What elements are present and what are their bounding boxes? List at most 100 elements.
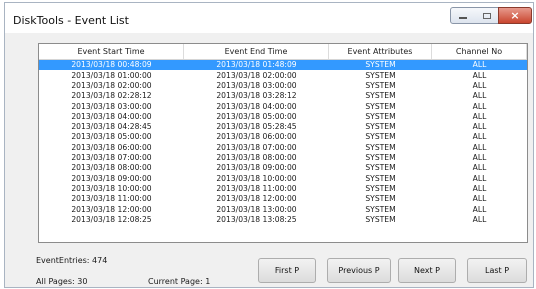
previous-page-button[interactable]: Previous P xyxy=(327,258,391,283)
table-row[interactable]: 2013/03/18 09:00:00 2013/03/18 10:00:00 SY… xyxy=(39,173,527,183)
table-cell: 2013/03/18 06:00:00 xyxy=(71,142,152,152)
table-cell: 2013/03/18 04:00:00 xyxy=(71,111,152,121)
table-row[interactable]: 2013/03/18 02:00:00 2013/03/18 03:00:00 SY… xyxy=(39,81,527,91)
table-row[interactable]: 2013/03/18 04:00:00 2013/03/18 05:00:00 SY… xyxy=(39,111,527,121)
table-cell: 2013/03/18 01:48:09 xyxy=(216,60,297,70)
table-cell: 2013/03/18 06:00:00 xyxy=(216,132,297,142)
table-row[interactable]: 2013/03/18 12:08:25 2013/03/18 13:08:25 SY… xyxy=(39,214,527,224)
table-cell: ALL xyxy=(472,111,487,121)
table-cell: ALL xyxy=(472,91,487,101)
table-cell: ALL xyxy=(472,214,487,224)
table-cell: SYSTEM xyxy=(365,80,396,90)
table-row[interactable]: 2013/03/18 08:00:00 2013/03/18 09:00:00 SY… xyxy=(39,163,527,173)
table-row[interactable]: 2013/03/18 07:00:00 2013/03/18 08:00:00 SY… xyxy=(39,153,527,163)
close-icon: × xyxy=(510,9,520,22)
table-cell: 2013/03/18 03:00:00 xyxy=(71,101,152,111)
minimize-button[interactable] xyxy=(450,7,476,24)
column-header-event-end-time[interactable]: Event End Time xyxy=(184,44,329,59)
table-cell: SYSTEM xyxy=(365,163,396,173)
table-cell: ALL xyxy=(472,142,487,152)
table-cell: 2013/03/18 03:00:00 xyxy=(216,80,297,90)
table-cell: 2013/03/18 02:00:00 xyxy=(216,70,297,80)
table-cell: SYSTEM xyxy=(365,91,396,101)
table-cell: SYSTEM xyxy=(365,101,396,111)
table-cell: 2013/03/18 04:28:45 xyxy=(71,122,152,132)
table-cell: ALL xyxy=(472,163,487,173)
table-cell: ALL xyxy=(472,204,487,214)
table-row[interactable]: 2013/03/18 03:00:00 2013/03/18 04:00:00 SY… xyxy=(39,101,527,111)
table-cell: 2013/03/18 04:00:00 xyxy=(216,101,297,111)
table-cell: ALL xyxy=(472,173,487,183)
table-row[interactable]: 2013/03/18 12:00:00 2013/03/18 13:00:00 SY… xyxy=(39,204,527,214)
table-cell: ALL xyxy=(472,132,487,142)
maximize-icon xyxy=(482,12,491,19)
table-row[interactable]: 2013/03/18 00:48:09 2013/03/18 01:48:09 SY… xyxy=(39,60,527,71)
table-cell: SYSTEM xyxy=(365,122,396,132)
table-header: Event Start Time Event End Time Event At… xyxy=(39,44,527,60)
table-cell: 2013/03/18 11:00:00 xyxy=(71,194,152,204)
table-row[interactable]: 2013/03/18 01:00:00 2013/03/18 02:00:00 SY… xyxy=(39,70,527,80)
table-cell: 2013/03/18 11:00:00 xyxy=(216,183,297,193)
table-row[interactable]: 2013/03/18 11:00:00 2013/03/18 12:00:00 SY… xyxy=(39,194,527,204)
table-cell: 2013/03/18 05:00:00 xyxy=(216,111,297,121)
event-entries-label: EventEntries: 474 xyxy=(36,256,108,265)
table-cell: ALL xyxy=(472,70,487,80)
table-cell: 2013/03/18 08:00:00 xyxy=(71,163,152,173)
table-row[interactable]: 2013/03/18 04:28:45 2013/03/18 05:28:45 SY… xyxy=(39,122,527,132)
minimize-icon xyxy=(459,17,467,19)
table-cell: SYSTEM xyxy=(365,142,396,152)
title-bar[interactable]: DiskTools - Event List × xyxy=(5,3,533,33)
table-cell: SYSTEM xyxy=(365,204,396,214)
table-cell: SYSTEM xyxy=(365,111,396,121)
all-pages-label: All Pages: 30 xyxy=(36,277,88,286)
table-cell: 2013/03/18 10:00:00 xyxy=(216,173,297,183)
window-title: DiskTools - Event List xyxy=(13,14,129,27)
table-cell: SYSTEM xyxy=(365,183,396,193)
table-row[interactable]: 2013/03/18 02:28:12 2013/03/18 03:28:12 SY… xyxy=(39,91,527,101)
table-cell: 2013/03/18 13:00:00 xyxy=(216,204,297,214)
table-row[interactable]: 2013/03/18 10:00:00 2013/03/18 11:00:00 SY… xyxy=(39,184,527,194)
table-cell: 2013/03/18 09:00:00 xyxy=(71,173,152,183)
table-body: 2013/03/18 00:48:09 2013/03/18 01:48:09 SY… xyxy=(39,60,527,225)
table-cell: 2013/03/18 02:28:12 xyxy=(71,91,152,101)
current-page-label: Current Page: 1 xyxy=(148,277,211,286)
table-cell: 2013/03/18 07:00:00 xyxy=(216,142,297,152)
table-row[interactable]: 2013/03/18 05:00:00 2013/03/18 06:00:00 SY… xyxy=(39,132,527,142)
column-header-event-attributes[interactable]: Event Attributes xyxy=(329,44,432,59)
table-cell: 2013/03/18 01:00:00 xyxy=(71,70,152,80)
table-cell: 2013/03/18 08:00:00 xyxy=(216,153,297,163)
table-cell: SYSTEM xyxy=(365,60,396,70)
table-cell: 2013/03/18 12:00:00 xyxy=(216,194,297,204)
table-cell: ALL xyxy=(472,101,487,111)
column-header-event-start-time[interactable]: Event Start Time xyxy=(39,44,184,59)
table-cell: SYSTEM xyxy=(365,214,396,224)
table-cell: 2013/03/18 05:00:00 xyxy=(71,132,152,142)
table-cell: ALL xyxy=(472,194,487,204)
table-cell: ALL xyxy=(472,80,487,90)
column-header-channel-no[interactable]: Channel No xyxy=(432,44,527,59)
table-cell: ALL xyxy=(472,122,487,132)
table-cell: 2013/03/18 12:00:00 xyxy=(71,204,152,214)
first-page-button[interactable]: First P xyxy=(258,258,316,283)
table-cell: 2013/03/18 12:08:25 xyxy=(71,214,152,224)
event-list-table[interactable]: Event Start Time Event End Time Event At… xyxy=(38,43,528,243)
last-page-button[interactable]: Last P xyxy=(467,258,527,283)
table-cell: 2013/03/18 05:28:45 xyxy=(216,122,297,132)
table-cell: 2013/03/18 02:00:00 xyxy=(71,80,152,90)
table-cell: 2013/03/18 13:08:25 xyxy=(216,214,297,224)
table-cell: ALL xyxy=(472,60,487,70)
table-cell: 2013/03/18 09:00:00 xyxy=(216,163,297,173)
table-cell: SYSTEM xyxy=(365,173,396,183)
table-cell: SYSTEM xyxy=(365,132,396,142)
close-button[interactable]: × xyxy=(498,7,532,24)
table-cell: 2013/03/18 10:00:00 xyxy=(71,183,152,193)
table-row[interactable]: 2013/03/18 06:00:00 2013/03/18 07:00:00 SY… xyxy=(39,142,527,152)
table-cell: 2013/03/18 07:00:00 xyxy=(71,153,152,163)
table-cell: SYSTEM xyxy=(365,194,396,204)
table-cell: SYSTEM xyxy=(365,153,396,163)
table-cell: ALL xyxy=(472,183,487,193)
table-cell: ALL xyxy=(472,153,487,163)
maximize-button[interactable] xyxy=(475,7,499,24)
event-list-window: DiskTools - Event List × Event Start Tim… xyxy=(4,2,534,288)
next-page-button[interactable]: Next P xyxy=(398,258,456,283)
